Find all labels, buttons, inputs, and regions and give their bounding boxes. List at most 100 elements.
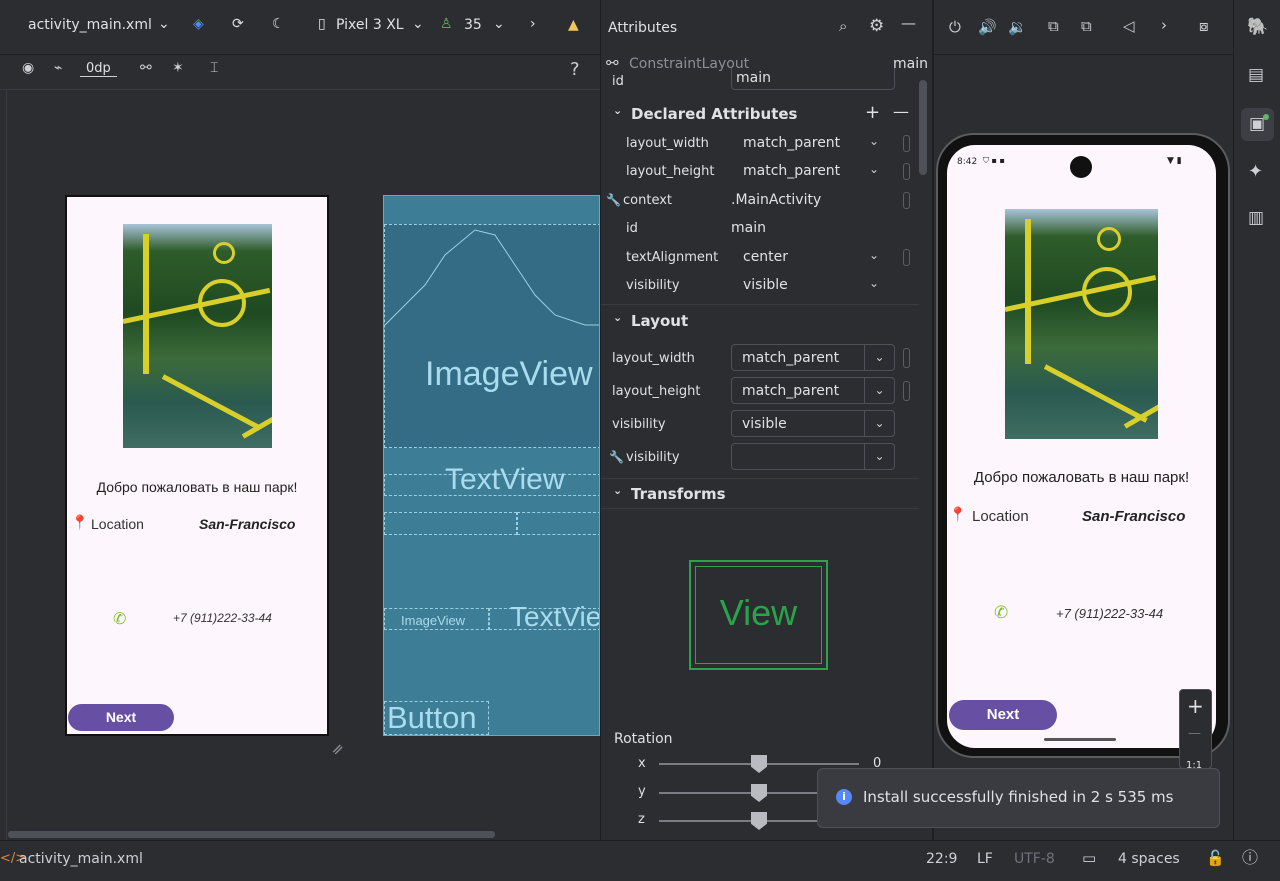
- chevron-down-icon[interactable]: ⌄: [493, 17, 505, 31]
- chevron-down-icon[interactable]: ⌄: [869, 162, 879, 176]
- transforms-section[interactable]: ⌄ Transforms: [601, 480, 919, 508]
- indent-setting[interactable]: 4 spaces: [1118, 851, 1180, 867]
- resource-picker[interactable]: [903, 192, 910, 209]
- id-field[interactable]: main: [731, 68, 895, 90]
- layout-title: Layout: [631, 312, 689, 330]
- resource-picker[interactable]: [903, 381, 910, 401]
- layers-icon[interactable]: ◈: [193, 17, 204, 31]
- layout-section[interactable]: ⌄ Layout: [601, 307, 919, 335]
- cursor-position[interactable]: 22:9: [926, 851, 957, 867]
- api-level[interactable]: 35: [464, 17, 482, 33]
- chevron-down-icon[interactable]: ⌄: [864, 444, 894, 469]
- file-encoding[interactable]: UTF-8: [1014, 851, 1055, 867]
- clear-constraints-icon[interactable]: ⚯: [140, 61, 152, 75]
- attr-value[interactable]: main: [731, 220, 766, 236]
- volume-down-icon[interactable]: 🔉: [1008, 20, 1027, 35]
- chevron-right-icon[interactable]: ›: [530, 17, 536, 31]
- horizontal-scrollbar[interactable]: [8, 831, 495, 838]
- layout-height-field[interactable]: match_parent ⌄: [731, 377, 895, 404]
- screenshot-icon[interactable]: ⧇: [1199, 19, 1209, 34]
- attr-value[interactable]: center: [743, 249, 788, 265]
- default-margin[interactable]: 0dp: [80, 61, 117, 77]
- orientation-icon[interactable]: ⟳: [232, 17, 244, 31]
- back-icon[interactable]: ◁: [1123, 19, 1135, 34]
- layout-row-height[interactable]: layout_height match_parent ⌄: [601, 375, 919, 408]
- wrench-icon: 🔧: [606, 193, 621, 207]
- search-icon[interactable]: ⌕: [839, 19, 847, 34]
- install-notification[interactable]: i Install successfully finished in 2 s 5…: [817, 768, 1220, 828]
- resource-picker[interactable]: [903, 348, 910, 368]
- zoom-in-button[interactable]: +: [1187, 694, 1204, 718]
- attr-value[interactable]: match_parent: [743, 135, 840, 151]
- attr-value[interactable]: .MainActivity: [731, 192, 821, 208]
- layout-row-width[interactable]: layout_width match_parent ⌄: [601, 342, 919, 375]
- layout-row-tools-visibility[interactable]: 🔧 visibility ⌄: [601, 441, 919, 474]
- declared-row-id[interactable]: id main: [601, 215, 919, 243]
- declared-row-text-alignment[interactable]: textAlignment center ⌄: [601, 244, 919, 272]
- device-screen[interactable]: 8:42 ⛉ ▪ ▪ ▼ ▮ Добро пожаловать в наш па…: [947, 145, 1216, 748]
- visibility-field[interactable]: visible ⌄: [731, 410, 895, 437]
- gradle-icon[interactable]: 🐘: [1247, 19, 1268, 36]
- chevron-down-icon[interactable]: ⌄: [864, 378, 894, 403]
- eye-icon[interactable]: ◉: [22, 61, 34, 75]
- remove-icon[interactable]: —: [893, 102, 909, 121]
- resource-picker[interactable]: [903, 163, 910, 180]
- lock-icon[interactable]: 🔓: [1206, 851, 1225, 866]
- attr-key: visibility: [612, 417, 666, 432]
- file-tab[interactable]: activity_main.xml: [28, 17, 152, 33]
- declared-row-layout-height[interactable]: layout_height match_parent ⌄: [601, 158, 919, 186]
- declared-attributes-section[interactable]: ⌄ Declared Attributes + —: [601, 100, 919, 128]
- volume-up-icon[interactable]: 🔊: [978, 20, 997, 35]
- gear-icon[interactable]: ⚙: [869, 18, 884, 35]
- resource-picker[interactable]: [903, 135, 910, 152]
- declared-row-visibility[interactable]: visibility visible ⌄: [601, 272, 919, 300]
- gesture-bar[interactable]: [1044, 738, 1116, 741]
- welcome-text: Добро пожаловать в наш парк!: [96, 479, 298, 495]
- comment-icon[interactable]: ▭: [1082, 851, 1096, 866]
- device-mirror-icon[interactable]: ▥: [1248, 210, 1264, 227]
- declared-row-context[interactable]: 🔧 context .MainActivity: [601, 187, 919, 215]
- chevron-down-icon[interactable]: ⌄: [864, 411, 894, 436]
- rotation-y-thumb[interactable]: [751, 784, 767, 802]
- magnet-off-icon[interactable]: ⌁: [54, 61, 62, 75]
- layout-width-field[interactable]: match_parent ⌄: [731, 344, 895, 371]
- gemini-icon[interactable]: ✦: [1248, 163, 1263, 181]
- rotation-x-thumb[interactable]: [751, 755, 767, 773]
- declared-row-layout-width[interactable]: layout_width match_parent ⌄: [601, 130, 919, 158]
- attr-value[interactable]: visible: [743, 277, 788, 293]
- forward-icon[interactable]: ›: [1161, 18, 1167, 33]
- device-selector[interactable]: Pixel 3 XL: [336, 17, 404, 33]
- chevron-down-icon[interactable]: ⌄: [158, 17, 170, 31]
- rotation-z-thumb[interactable]: [751, 812, 767, 830]
- chevron-down-icon[interactable]: ⌄: [864, 345, 894, 370]
- next-button[interactable]: Next: [68, 704, 174, 731]
- problems-icon[interactable]: ⓘ: [1242, 850, 1258, 866]
- night-mode-icon[interactable]: ☾: [272, 17, 285, 31]
- blueprint-preview[interactable]: ImageView TextView ImageView TextView Bu…: [383, 195, 600, 736]
- tools-visibility-field[interactable]: ⌄: [731, 443, 895, 470]
- help-icon[interactable]: ?: [570, 59, 580, 80]
- device-manager-icon[interactable]: ▤: [1248, 67, 1264, 84]
- attr-value[interactable]: match_parent: [743, 163, 840, 179]
- rotate-right-icon[interactable]: ⧉: [1081, 19, 1092, 34]
- chevron-down-icon[interactable]: ⌄: [869, 134, 879, 148]
- infer-constraints-icon[interactable]: ✶: [172, 61, 184, 75]
- power-icon[interactable]: ⏻: [949, 20, 961, 35]
- chevron-down-icon[interactable]: ⌄: [869, 248, 879, 262]
- layout-row-visibility[interactable]: visibility visible ⌄: [601, 408, 919, 441]
- chevron-down-icon[interactable]: ⌄: [869, 276, 879, 290]
- attributes-scrollbar[interactable]: [919, 80, 927, 175]
- zoom-out-button[interactable]: —: [1188, 726, 1201, 741]
- line-separator[interactable]: LF: [977, 851, 993, 867]
- rotate-left-icon[interactable]: ⧉: [1048, 19, 1059, 34]
- breadcrumb-file[interactable]: activity_main.xml: [19, 851, 143, 867]
- minimize-icon[interactable]: —: [901, 16, 916, 31]
- next-button[interactable]: Next: [949, 700, 1057, 730]
- warning-icon[interactable]: ▲: [568, 17, 579, 33]
- running-devices-tab[interactable]: ▣: [1241, 108, 1274, 141]
- design-preview[interactable]: Добро пожаловать в наш парк! 📍 Location …: [65, 195, 329, 736]
- add-icon[interactable]: +: [865, 102, 880, 123]
- guidelines-icon[interactable]: ⌶: [210, 61, 218, 75]
- chevron-down-icon[interactable]: ⌄: [412, 17, 424, 31]
- resource-picker[interactable]: [903, 249, 910, 266]
